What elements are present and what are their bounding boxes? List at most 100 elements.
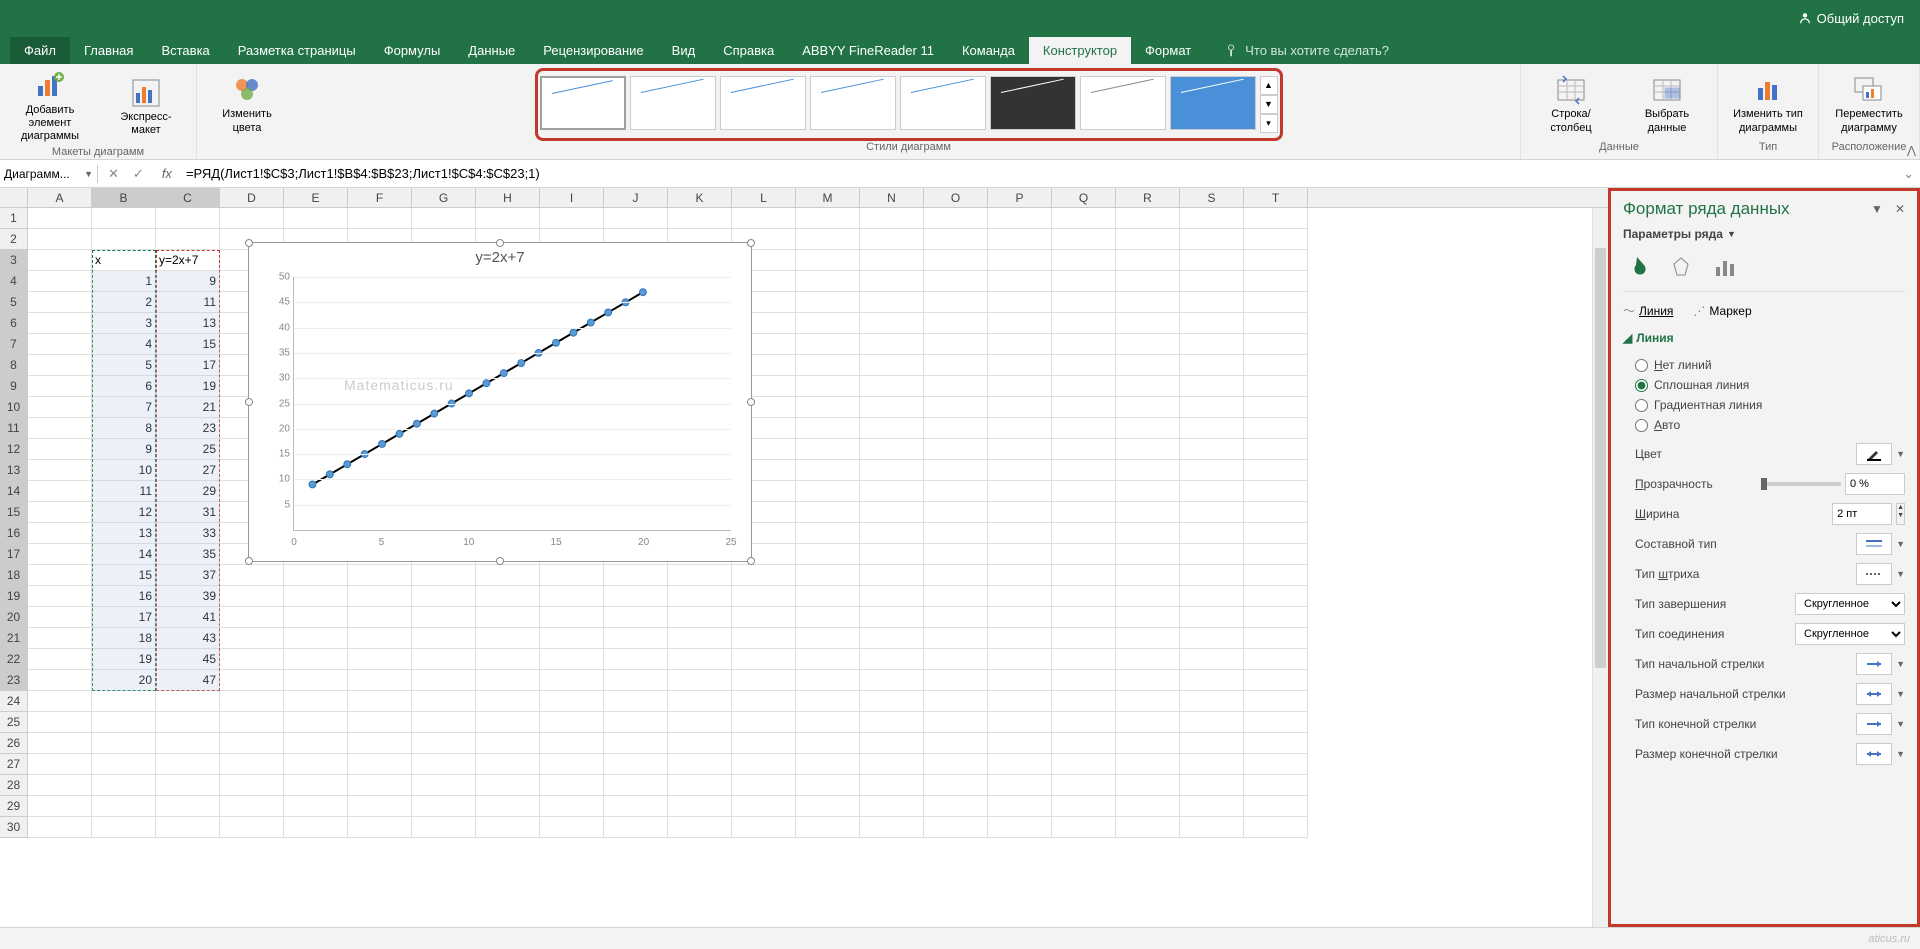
cell-J20[interactable] bbox=[604, 607, 668, 628]
cell-O21[interactable] bbox=[924, 628, 988, 649]
cell-R16[interactable] bbox=[1116, 523, 1180, 544]
cell-Q10[interactable] bbox=[1052, 397, 1116, 418]
cell-Q19[interactable] bbox=[1052, 586, 1116, 607]
row-header-4[interactable]: 4 bbox=[0, 271, 28, 292]
cell-P1[interactable] bbox=[988, 208, 1052, 229]
dash-dropdown[interactable] bbox=[1856, 563, 1892, 585]
cell-M3[interactable] bbox=[796, 250, 860, 271]
cell-L25[interactable] bbox=[732, 712, 796, 733]
row-header-21[interactable]: 21 bbox=[0, 628, 28, 649]
cell-O6[interactable] bbox=[924, 313, 988, 334]
col-header-O[interactable]: O bbox=[924, 188, 988, 207]
cell-R25[interactable] bbox=[1116, 712, 1180, 733]
cell-K26[interactable] bbox=[668, 733, 732, 754]
cell-L1[interactable] bbox=[732, 208, 796, 229]
row-header-8[interactable]: 8 bbox=[0, 355, 28, 376]
cell-J22[interactable] bbox=[604, 649, 668, 670]
ribbon-tab-разметка-страницы[interactable]: Разметка страницы bbox=[224, 37, 370, 64]
row-header-22[interactable]: 22 bbox=[0, 649, 28, 670]
cell-N10[interactable] bbox=[860, 397, 924, 418]
cell-N6[interactable] bbox=[860, 313, 924, 334]
cell-F25[interactable] bbox=[348, 712, 412, 733]
cell-P13[interactable] bbox=[988, 460, 1052, 481]
cell-G28[interactable] bbox=[412, 775, 476, 796]
formula-expand-icon[interactable]: ⌄ bbox=[1897, 166, 1920, 182]
chart-style-4[interactable] bbox=[810, 76, 896, 130]
cell-E24[interactable] bbox=[284, 691, 348, 712]
cell-S21[interactable] bbox=[1180, 628, 1244, 649]
row-header-10[interactable]: 10 bbox=[0, 397, 28, 418]
cell-K22[interactable] bbox=[668, 649, 732, 670]
cell-T30[interactable] bbox=[1244, 817, 1308, 838]
cell-Q30[interactable] bbox=[1052, 817, 1116, 838]
cell-I26[interactable] bbox=[540, 733, 604, 754]
cell-R11[interactable] bbox=[1116, 418, 1180, 439]
cell-N4[interactable] bbox=[860, 271, 924, 292]
switch-row-column-button[interactable]: Строка/столбец bbox=[1527, 72, 1615, 136]
row-header-14[interactable]: 14 bbox=[0, 481, 28, 502]
cell-T27[interactable] bbox=[1244, 754, 1308, 775]
cell-T12[interactable] bbox=[1244, 439, 1308, 460]
cell-R4[interactable] bbox=[1116, 271, 1180, 292]
cell-Q24[interactable] bbox=[1052, 691, 1116, 712]
cell-P8[interactable] bbox=[988, 355, 1052, 376]
cell-A16[interactable] bbox=[28, 523, 92, 544]
cell-Q21[interactable] bbox=[1052, 628, 1116, 649]
cell-N9[interactable] bbox=[860, 376, 924, 397]
cell-K21[interactable] bbox=[668, 628, 732, 649]
cell-H28[interactable] bbox=[476, 775, 540, 796]
cell-S16[interactable] bbox=[1180, 523, 1244, 544]
row-header-11[interactable]: 11 bbox=[0, 418, 28, 439]
cell-P11[interactable] bbox=[988, 418, 1052, 439]
ribbon-tab-формулы[interactable]: Формулы bbox=[370, 37, 455, 64]
row-header-25[interactable]: 25 bbox=[0, 712, 28, 733]
cell-L30[interactable] bbox=[732, 817, 796, 838]
cell-Q7[interactable] bbox=[1052, 334, 1116, 355]
name-box[interactable]: Диаграмм... ▼ bbox=[0, 165, 98, 183]
begin-arrow-dropdown[interactable] bbox=[1856, 653, 1892, 675]
change-colors-button[interactable]: Изменить цвета bbox=[203, 72, 291, 136]
cell-H21[interactable] bbox=[476, 628, 540, 649]
row-header-19[interactable]: 19 bbox=[0, 586, 28, 607]
cell-O16[interactable] bbox=[924, 523, 988, 544]
cell-O7[interactable] bbox=[924, 334, 988, 355]
cell-S2[interactable] bbox=[1180, 229, 1244, 250]
row-header-7[interactable]: 7 bbox=[0, 334, 28, 355]
cell-Q8[interactable] bbox=[1052, 355, 1116, 376]
cell-P27[interactable] bbox=[988, 754, 1052, 775]
cell-O13[interactable] bbox=[924, 460, 988, 481]
cell-P2[interactable] bbox=[988, 229, 1052, 250]
cell-L27[interactable] bbox=[732, 754, 796, 775]
cell-O29[interactable] bbox=[924, 796, 988, 817]
cell-P4[interactable] bbox=[988, 271, 1052, 292]
cell-Q25[interactable] bbox=[1052, 712, 1116, 733]
cell-F1[interactable] bbox=[348, 208, 412, 229]
cell-Q13[interactable] bbox=[1052, 460, 1116, 481]
cell-O24[interactable] bbox=[924, 691, 988, 712]
cell-S23[interactable] bbox=[1180, 670, 1244, 691]
cell-A26[interactable] bbox=[28, 733, 92, 754]
cell-Q4[interactable] bbox=[1052, 271, 1116, 292]
cell-J26[interactable] bbox=[604, 733, 668, 754]
cell-O14[interactable] bbox=[924, 481, 988, 502]
chart-style-1[interactable] bbox=[540, 76, 626, 130]
vertical-scrollbar[interactable] bbox=[1592, 208, 1608, 927]
cell-M27[interactable] bbox=[796, 754, 860, 775]
cell-H24[interactable] bbox=[476, 691, 540, 712]
cell-T4[interactable] bbox=[1244, 271, 1308, 292]
cell-I18[interactable] bbox=[540, 565, 604, 586]
cell-S14[interactable] bbox=[1180, 481, 1244, 502]
cell-O2[interactable] bbox=[924, 229, 988, 250]
cell-O4[interactable] bbox=[924, 271, 988, 292]
cell-Q29[interactable] bbox=[1052, 796, 1116, 817]
cell-O17[interactable] bbox=[924, 544, 988, 565]
cell-S3[interactable] bbox=[1180, 250, 1244, 271]
cell-N8[interactable] bbox=[860, 355, 924, 376]
cell-C29[interactable] bbox=[156, 796, 220, 817]
cell-T26[interactable] bbox=[1244, 733, 1308, 754]
cell-P5[interactable] bbox=[988, 292, 1052, 313]
cell-A13[interactable] bbox=[28, 460, 92, 481]
cell-I27[interactable] bbox=[540, 754, 604, 775]
cell-G18[interactable] bbox=[412, 565, 476, 586]
cell-A27[interactable] bbox=[28, 754, 92, 775]
